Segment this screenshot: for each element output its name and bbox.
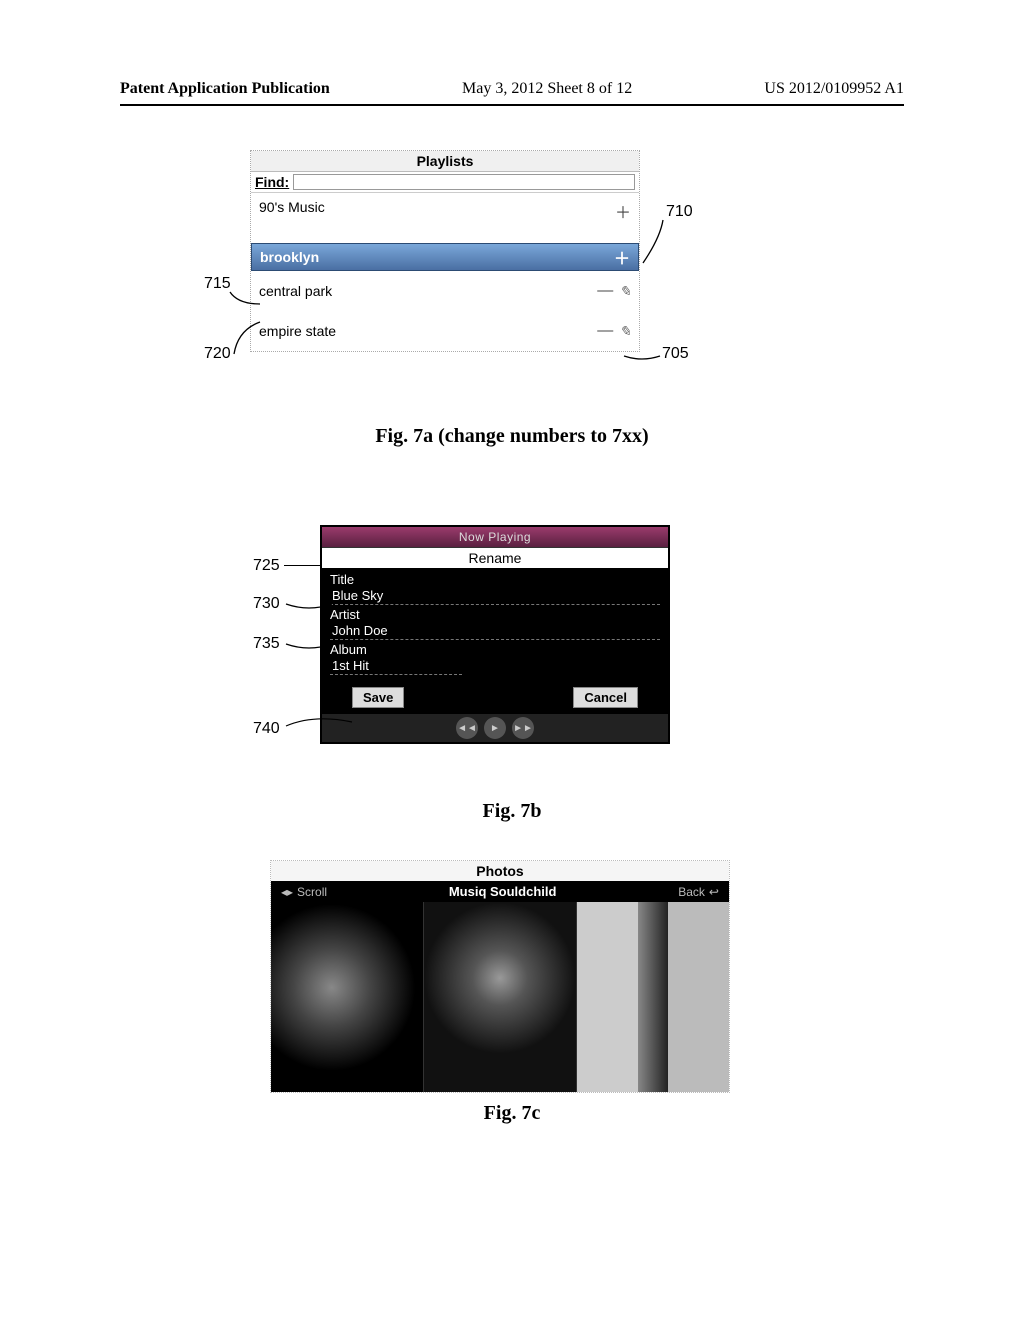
- rename-buttons: Save Cancel: [322, 683, 668, 714]
- fig7a-find-row: Find:: [251, 172, 639, 193]
- callout-710-leader: [638, 218, 668, 268]
- artist-input[interactable]: [330, 622, 660, 640]
- artist-label: Artist: [330, 607, 660, 622]
- callout-710: 710: [666, 203, 693, 221]
- back-arrow-icon: ↩: [709, 885, 719, 899]
- fig7c-caption: Fig. 7c: [0, 1102, 1024, 1125]
- photo-thumb[interactable]: [271, 902, 424, 1092]
- callout-740: 740: [253, 720, 280, 738]
- callout-725: 725: [253, 557, 280, 575]
- fig7a-title: Playlists: [251, 151, 639, 172]
- find-label: Find:: [255, 174, 289, 190]
- callout-705-leader: [622, 350, 662, 362]
- fig7c-panel: Photos ◂▸ Scroll Musiq Souldchild Back ↩: [270, 860, 730, 1093]
- list-item-label: 90's Music: [259, 199, 325, 215]
- fig7b-panel: Now Playing Rename Title Artist Album Sa…: [320, 525, 670, 744]
- plus-icon[interactable]: ＋: [615, 199, 631, 223]
- callout-705: 705: [662, 345, 689, 363]
- callout-735-leader: [284, 640, 334, 654]
- list-item-label: central park: [259, 283, 332, 299]
- callout-735: 735: [253, 635, 280, 653]
- scroll-label: Scroll: [297, 885, 327, 899]
- cancel-button[interactable]: Cancel: [573, 687, 638, 708]
- photo-thumb[interactable]: [424, 902, 577, 1092]
- rename-form: Title Artist Album: [322, 568, 668, 683]
- header-publication: Patent Application Publication: [120, 80, 330, 98]
- header-pub-number: US 2012/0109952 A1: [764, 80, 904, 98]
- scroll-button[interactable]: ◂▸ Scroll: [281, 885, 327, 899]
- minus-icon[interactable]: —: [597, 282, 613, 300]
- list-item[interactable]: 90's Music ＋: [251, 193, 639, 243]
- fig7a-caption: Fig. 7a (change numbers to 7xx): [0, 425, 1024, 448]
- callout-730: 730: [253, 595, 280, 613]
- photo-gallery: [271, 902, 729, 1092]
- save-button[interactable]: Save: [352, 687, 404, 708]
- list-item[interactable]: central park — ✎: [251, 271, 639, 311]
- photos-title: Photos: [271, 861, 729, 881]
- callout-725-leader: [284, 565, 320, 566]
- back-button[interactable]: Back ↩: [678, 885, 719, 899]
- prev-icon[interactable]: ◄◄: [456, 717, 478, 739]
- back-label: Back: [678, 885, 705, 899]
- callout-740-leader: [284, 712, 354, 730]
- minus-icon[interactable]: —: [597, 322, 613, 340]
- title-label: Title: [330, 572, 660, 587]
- page-header: Patent Application Publication May 3, 20…: [0, 80, 1024, 106]
- callout-720: 720: [204, 345, 231, 363]
- pencil-icon[interactable]: ✎: [619, 323, 631, 340]
- pencil-icon[interactable]: ✎: [619, 283, 631, 300]
- album-input[interactable]: [330, 657, 462, 675]
- plus-icon[interactable]: ＋: [614, 245, 630, 269]
- next-icon[interactable]: ►►: [512, 717, 534, 739]
- list-item-label: brooklyn: [260, 249, 319, 265]
- player-controls: ◄◄ ► ►►: [322, 714, 668, 742]
- fig7a-panel: Playlists Find: 90's Music ＋ brooklyn ＋ …: [250, 150, 640, 352]
- list-item-selected[interactable]: brooklyn ＋: [251, 243, 639, 271]
- list-item-label: empire state: [259, 323, 336, 339]
- callout-715: 715: [204, 275, 231, 293]
- callout-715-leader: [228, 290, 262, 308]
- callout-730-leader: [284, 600, 334, 614]
- artist-name: Musiq Souldchild: [449, 884, 557, 899]
- fig7b-caption: Fig. 7b: [0, 800, 1024, 823]
- list-item[interactable]: empire state — ✎: [251, 311, 639, 351]
- rename-header: Rename: [322, 548, 668, 568]
- title-input[interactable]: [330, 587, 660, 605]
- now-playing-banner: Now Playing: [322, 527, 668, 548]
- photos-toolbar: ◂▸ Scroll Musiq Souldchild Back ↩: [271, 881, 729, 902]
- photo-thumb[interactable]: [577, 902, 729, 1092]
- find-input[interactable]: [293, 174, 635, 190]
- header-divider: [120, 104, 904, 106]
- fig7a-list: 90's Music ＋ brooklyn ＋ central park — ✎…: [251, 193, 639, 351]
- play-icon[interactable]: ►: [484, 717, 506, 739]
- album-label: Album: [330, 642, 660, 657]
- callout-720-leader: [232, 320, 262, 356]
- scroll-arrows-icon: ◂▸: [281, 885, 293, 899]
- header-sheet-info: May 3, 2012 Sheet 8 of 12: [462, 80, 632, 98]
